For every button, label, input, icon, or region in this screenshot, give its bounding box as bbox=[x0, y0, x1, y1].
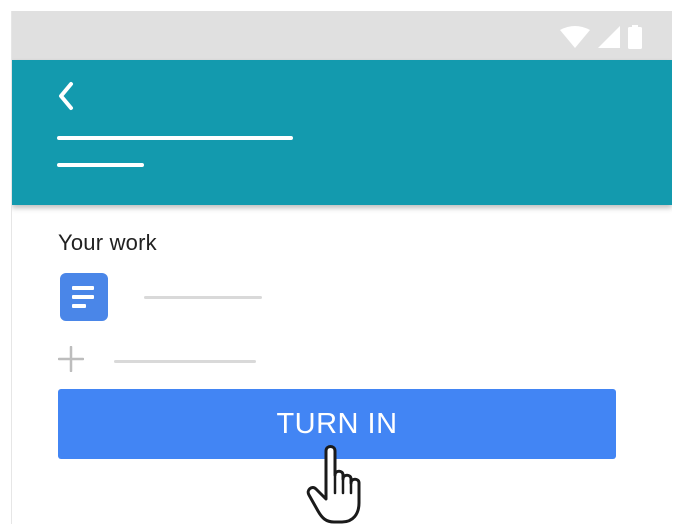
status-bar bbox=[12, 11, 672, 60]
attachment-row[interactable] bbox=[60, 273, 262, 321]
back-button[interactable] bbox=[48, 80, 84, 116]
battery-icon bbox=[628, 25, 642, 49]
add-attachment-row[interactable] bbox=[57, 345, 256, 377]
add-label-placeholder bbox=[114, 360, 256, 363]
turn-in-button[interactable]: TURN IN bbox=[58, 389, 616, 459]
app-bar bbox=[12, 60, 672, 205]
plus-icon bbox=[57, 345, 85, 377]
subtitle-placeholder bbox=[57, 163, 144, 167]
status-icons bbox=[560, 25, 642, 49]
title-placeholder bbox=[57, 136, 293, 140]
phone-screen: Your work TURN IN bbox=[11, 11, 672, 524]
section-title: Your work bbox=[58, 230, 157, 255]
document-icon bbox=[60, 273, 108, 321]
wifi-icon bbox=[560, 26, 590, 48]
chevron-left-icon bbox=[56, 81, 76, 116]
cell-signal-icon bbox=[598, 26, 620, 48]
attachment-name-placeholder bbox=[144, 295, 262, 299]
